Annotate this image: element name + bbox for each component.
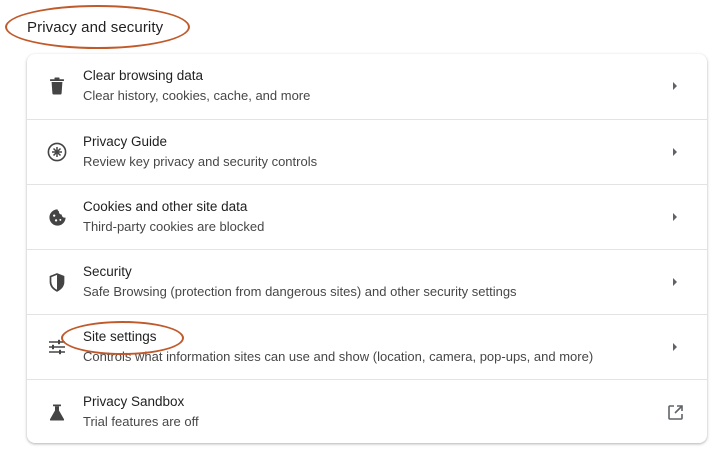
flask-icon bbox=[46, 401, 68, 423]
privacy-guide-row[interactable]: Privacy Guide Review key privacy and sec… bbox=[27, 119, 707, 184]
row-subtitle: Safe Browsing (protection from dangerous… bbox=[83, 284, 517, 299]
row-title: Cookies and other site data bbox=[83, 199, 248, 214]
security-row[interactable]: Security Safe Browsing (protection from … bbox=[27, 249, 707, 314]
site-settings-row[interactable]: Site settings Controls what information … bbox=[27, 314, 707, 379]
cookies-row[interactable]: Cookies and other site data Third-party … bbox=[27, 184, 707, 249]
chevron-right-icon[interactable] bbox=[665, 76, 685, 96]
row-title: Site settings bbox=[83, 329, 157, 344]
chevron-right-icon[interactable] bbox=[665, 207, 685, 227]
row-subtitle: Trial features are off bbox=[83, 414, 199, 429]
cookie-icon bbox=[46, 206, 68, 228]
chevron-right-icon[interactable] bbox=[665, 142, 685, 162]
row-title: Privacy Sandbox bbox=[83, 394, 185, 409]
compass-icon bbox=[46, 141, 68, 163]
external-link-icon[interactable] bbox=[665, 402, 685, 422]
clear-browsing-data-row[interactable]: Clear browsing data Clear history, cooki… bbox=[27, 54, 707, 119]
row-subtitle: Third-party cookies are blocked bbox=[83, 219, 265, 234]
section-title: Privacy and security bbox=[27, 19, 164, 36]
chevron-right-icon[interactable] bbox=[665, 272, 685, 292]
settings-card: Clear browsing data Clear history, cooki… bbox=[27, 54, 707, 443]
row-subtitle: Review key privacy and security controls bbox=[83, 154, 318, 169]
row-subtitle: Clear history, cookies, cache, and more bbox=[83, 88, 311, 103]
row-title: Privacy Guide bbox=[83, 134, 168, 149]
row-subtitle: Controls what information sites can use … bbox=[83, 349, 594, 364]
row-title: Security bbox=[83, 264, 132, 279]
privacy-security-page: Privacy and security Clear browsing data… bbox=[0, 0, 723, 462]
trash-icon bbox=[46, 75, 68, 97]
chevron-right-icon[interactable] bbox=[665, 337, 685, 357]
row-title: Clear browsing data bbox=[83, 68, 204, 83]
privacy-sandbox-row[interactable]: Privacy Sandbox Trial features are off bbox=[27, 379, 707, 443]
shield-icon bbox=[46, 271, 68, 293]
sliders-icon bbox=[46, 336, 68, 358]
